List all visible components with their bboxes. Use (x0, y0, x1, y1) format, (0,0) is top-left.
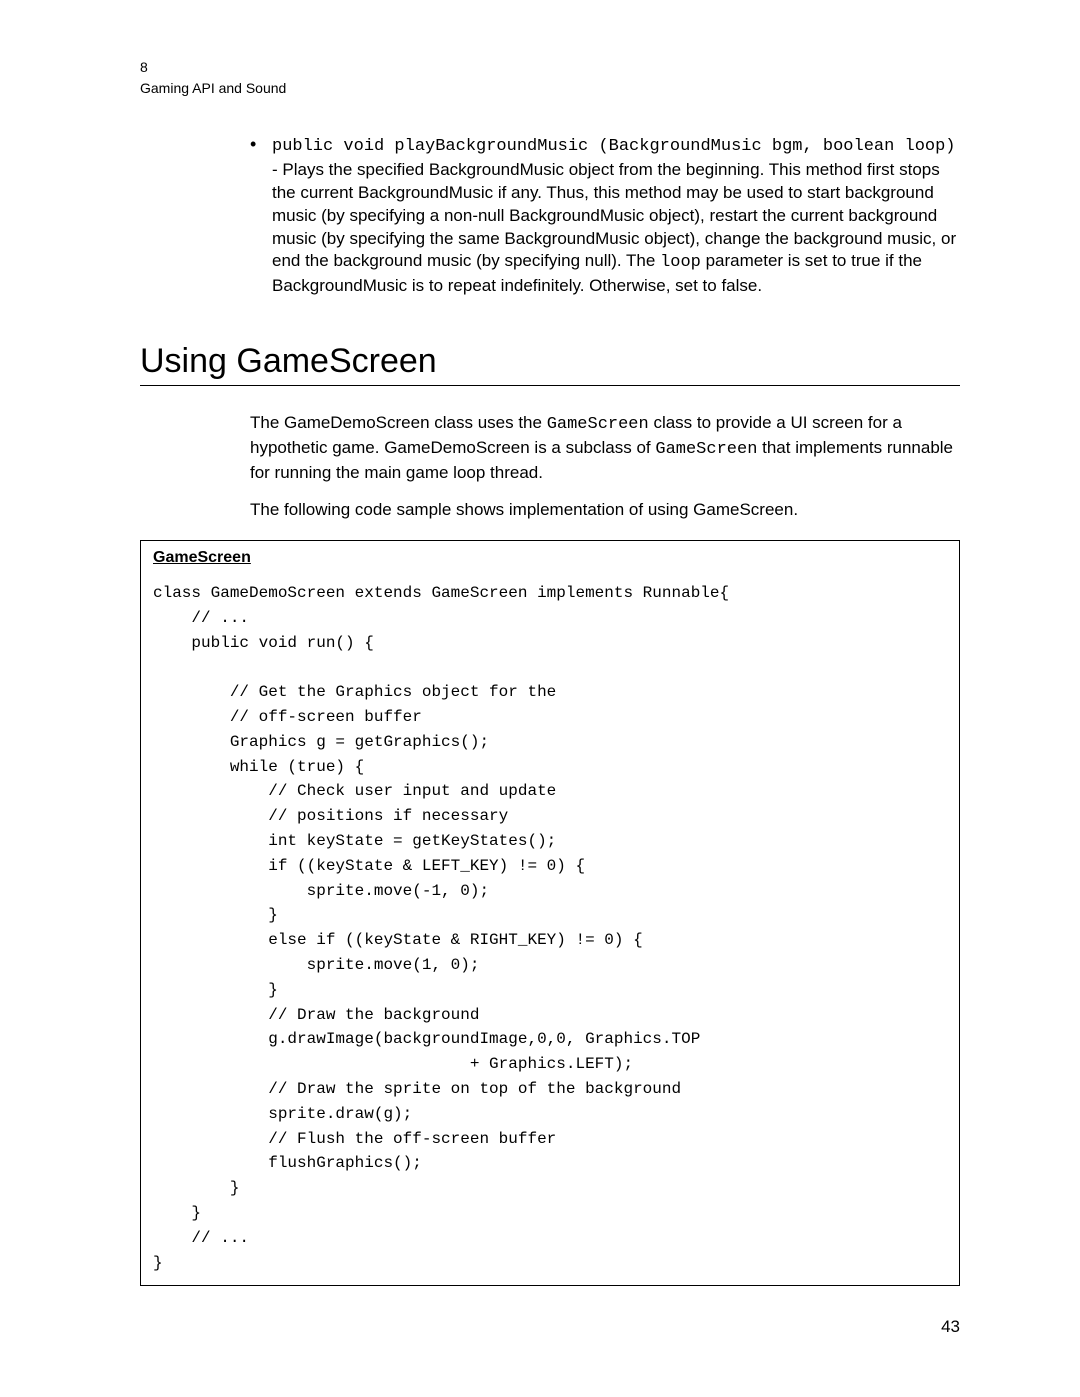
p1-code-2: GameScreen (655, 440, 757, 459)
method-signature: public void playBackgroundMusic (Backgro… (272, 137, 956, 156)
page-number: 43 (941, 1317, 960, 1337)
chapter-title: Gaming API and Sound (140, 79, 960, 98)
code-listing-frame: GameScreen class GameDemoScreen extends … (140, 540, 960, 1286)
document-page: 8 Gaming API and Sound • public void pla… (0, 0, 1080, 1397)
bullet-marker: • (250, 134, 272, 299)
section-body: The GameDemoScreen class uses the GameSc… (250, 412, 960, 522)
page-header: 8 Gaming API and Sound (140, 58, 960, 98)
code-listing-body: class GameDemoScreen extends GameScreen … (153, 581, 947, 1275)
bullet-body: public void playBackgroundMusic (Backgro… (272, 134, 960, 299)
paragraph-1: The GameDemoScreen class uses the GameSc… (250, 412, 960, 485)
p1-code-1: GameScreen (547, 415, 649, 434)
p1-text-1: The GameDemoScreen class uses the (250, 413, 547, 432)
paragraph-2: The following code sample shows implemen… (250, 499, 960, 522)
chapter-number: 8 (140, 58, 960, 77)
inline-code-loop: loop (660, 253, 701, 272)
code-listing-title: GameScreen (153, 549, 947, 567)
bullet-item: • public void playBackgroundMusic (Backg… (250, 134, 960, 299)
section-heading: Using GameScreen (140, 342, 960, 386)
bullet-list: • public void playBackgroundMusic (Backg… (250, 134, 960, 299)
